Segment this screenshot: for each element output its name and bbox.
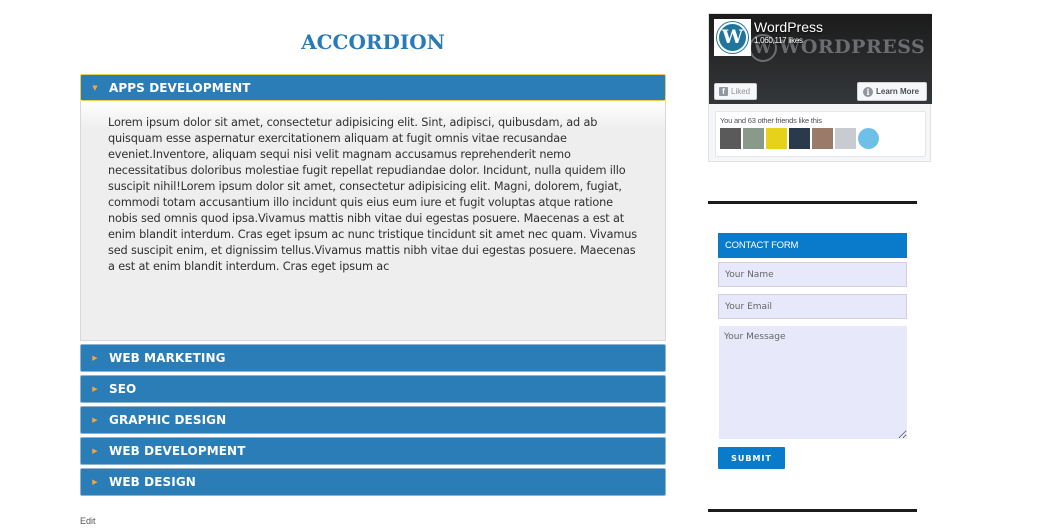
friend-avatar[interactable]: [720, 128, 741, 149]
accordion-header-apps-development[interactable]: ▼ APPS DEVELOPMENT: [80, 74, 666, 101]
facebook-cover-image[interactable]: W WORDPRESS W WordPress 1,060,117 likes f…: [709, 14, 932, 104]
caret-right-icon: ▶: [92, 354, 98, 362]
accordion-item-apps-development: ▼ APPS DEVELOPMENT Lorem ipsum dolor sit…: [80, 74, 666, 341]
facebook-likes-count: 1,060,117 likes: [754, 36, 803, 45]
liked-button[interactable]: f Liked: [714, 83, 757, 100]
accordion-header-web-development[interactable]: ▶ WEB DEVELOPMENT: [80, 437, 666, 465]
page-title: ACCORDION: [301, 30, 445, 54]
friend-avatar[interactable]: [766, 128, 787, 149]
accordion-header-web-marketing[interactable]: ▶ WEB MARKETING: [80, 344, 666, 372]
accordion-label: APPS DEVELOPMENT: [109, 80, 251, 95]
facebook-icon: f: [719, 87, 728, 96]
learn-more-button[interactable]: i Learn More: [857, 82, 927, 101]
email-input[interactable]: [718, 294, 907, 319]
friend-avatar[interactable]: [812, 128, 833, 149]
caret-down-icon: ▼: [92, 83, 98, 92]
accordion-item-seo: ▶ SEO: [80, 375, 666, 403]
info-icon: i: [863, 86, 873, 97]
caret-right-icon: ▶: [92, 447, 98, 455]
accordion: ▼ APPS DEVELOPMENT Lorem ipsum dolor sit…: [80, 74, 666, 499]
accordion-label: WEB DESIGN: [109, 475, 196, 489]
accordion-label: WEB DEVELOPMENT: [109, 444, 246, 458]
facebook-page-name[interactable]: WordPress: [754, 19, 823, 35]
caret-right-icon: ▶: [92, 385, 98, 393]
friends-like-text: You and 63 other friends like this: [720, 116, 822, 125]
contact-form-title: CONTACT FORM: [718, 233, 907, 258]
caret-right-icon: ▶: [92, 416, 98, 424]
accordion-item-web-marketing: ▶ WEB MARKETING: [80, 344, 666, 372]
divider: [708, 509, 917, 512]
accordion-panel-apps-development: Lorem ipsum dolor sit amet, consectetur …: [80, 101, 666, 341]
accordion-header-seo[interactable]: ▶ SEO: [80, 375, 666, 403]
message-textarea[interactable]: [719, 326, 907, 439]
friend-avatar[interactable]: [743, 128, 764, 149]
accordion-item-web-development: ▶ WEB DEVELOPMENT: [80, 437, 666, 465]
accordion-label: WEB MARKETING: [109, 351, 226, 365]
accordion-header-graphic-design[interactable]: ▶ GRAPHIC DESIGN: [80, 406, 666, 434]
facebook-page-widget: W WORDPRESS W WordPress 1,060,117 likes f…: [708, 13, 932, 162]
friends-like-box: You and 63 other friends like this: [715, 111, 926, 157]
friend-avatar[interactable]: [789, 128, 810, 149]
divider: [708, 201, 917, 204]
liked-label: Liked: [731, 87, 751, 96]
friend-avatar[interactable]: [858, 128, 879, 149]
edit-link[interactable]: Edit: [80, 516, 96, 526]
submit-button[interactable]: SUBMIT: [718, 447, 785, 469]
accordion-label: GRAPHIC DESIGN: [109, 413, 227, 427]
accordion-panel-text: Lorem ipsum dolor sit amet, consectetur …: [108, 116, 637, 273]
caret-right-icon: ▶: [92, 478, 98, 486]
wordpress-logo-icon: W: [717, 22, 748, 53]
name-input[interactable]: [718, 262, 907, 287]
accordion-item-web-design: ▶ WEB DESIGN: [80, 468, 666, 496]
accordion-label: SEO: [109, 382, 137, 396]
friend-avatars: [720, 128, 921, 149]
contact-form: CONTACT FORM SUBMIT: [718, 233, 907, 469]
accordion-item-graphic-design: ▶ GRAPHIC DESIGN: [80, 406, 666, 434]
learn-more-label: Learn More: [876, 87, 920, 96]
accordion-header-web-design[interactable]: ▶ WEB DESIGN: [80, 468, 666, 496]
friend-avatar[interactable]: [835, 128, 856, 149]
page-profile-picture[interactable]: W: [714, 19, 751, 56]
